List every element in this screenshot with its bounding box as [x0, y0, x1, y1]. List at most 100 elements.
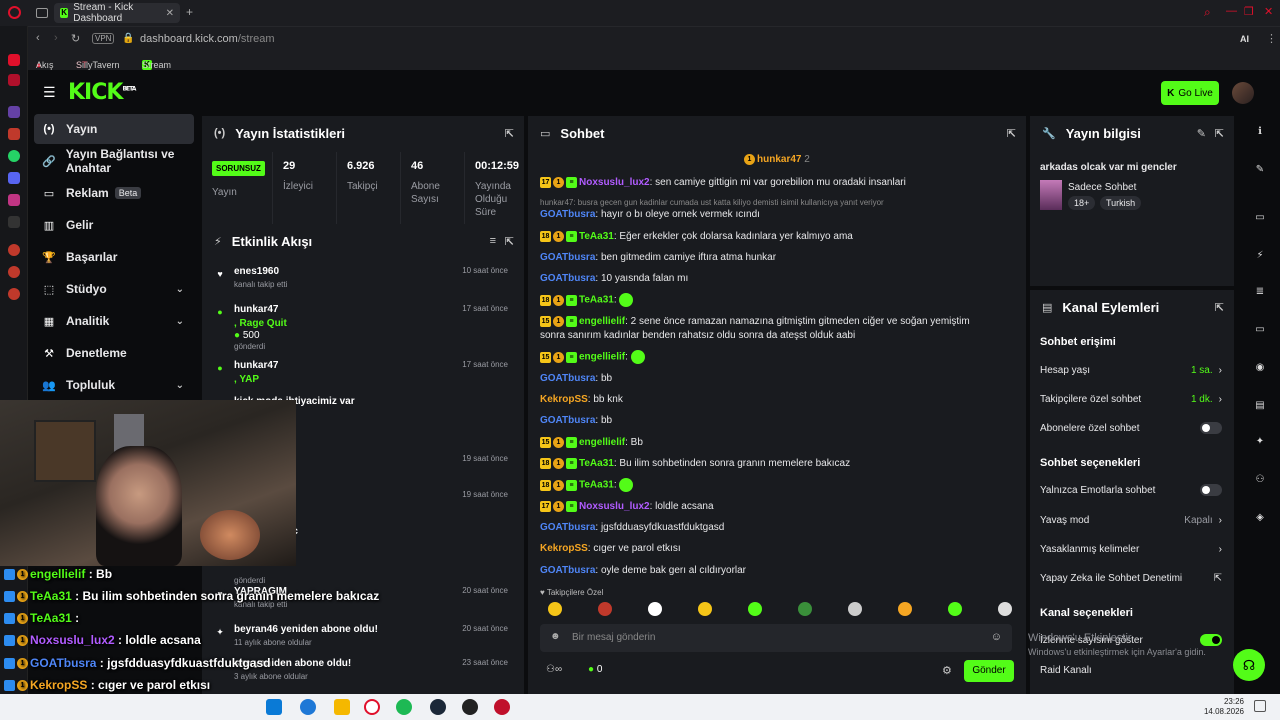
- back-icon[interactable]: ‹: [36, 32, 40, 44]
- discord-icon[interactable]: [8, 172, 20, 184]
- sidebar-item-6[interactable]: ▦ Analitik ⌄: [34, 306, 194, 336]
- send-button[interactable]: Gönder: [964, 660, 1014, 682]
- emotes-only-toggle[interactable]: [1200, 484, 1222, 496]
- forward-icon[interactable]: ›: [54, 32, 58, 44]
- twitch-icon[interactable]: [8, 106, 20, 118]
- activity-item[interactable]: ● hunkar47, Rage Quit ● 500 gönderdi 17 saat…: [208, 302, 516, 351]
- popout-icon[interactable]: ⇱: [1007, 127, 1016, 140]
- chat-message[interactable]: GOATbusra: oyle deme bak gerı al cıldıry…: [540, 564, 1018, 578]
- chat-message[interactable]: 15 1 ≡ engellielif: 2 sene önce ramazan nam…: [540, 315, 1018, 329]
- clock-icon[interactable]: [8, 266, 20, 278]
- info-icon[interactable]: ℹ: [1254, 126, 1266, 138]
- history-icon[interactable]: [8, 244, 20, 256]
- points-icon[interactable]: ⚇: [1254, 474, 1266, 486]
- ai-button[interactable]: AI: [1240, 34, 1249, 44]
- followers-chat-row[interactable]: Takipçilere özel sohbet 1 dk. ›: [1040, 387, 1222, 411]
- gift-icon[interactable]: ◈: [1254, 512, 1266, 524]
- chevron-down-icon[interactable]: ⌄: [176, 316, 184, 327]
- chat-message[interactable]: GOATbusra: bb: [540, 372, 1018, 386]
- chat-message[interactable]: 18 1 ≡ TeAa31: Bu ilim sohbetinden sonra gr…: [540, 457, 1018, 471]
- chat-message[interactable]: GOATbusra: bb: [540, 414, 1018, 428]
- reload-icon[interactable]: ↻: [71, 32, 80, 45]
- chevron-down-icon[interactable]: ⌄: [176, 380, 184, 391]
- kick-logo[interactable]: KICKBETA: [68, 80, 136, 105]
- filter-icon[interactable]: ≡: [490, 235, 496, 247]
- ai-moderation-row[interactable]: Yapay Zeka ile Sohbet Denetimi ⇱: [1040, 566, 1222, 590]
- obs-icon[interactable]: [462, 699, 478, 715]
- popout-icon[interactable]: ⇱: [1215, 301, 1224, 314]
- category-name[interactable]: Sadece Sohbet: [1068, 182, 1136, 193]
- spotify-icon[interactable]: [396, 699, 412, 715]
- edit-icon[interactable]: ✎: [1197, 127, 1206, 140]
- emote[interactable]: [898, 602, 912, 616]
- chat-message[interactable]: 15 1 ≡ engellielif: Bb: [540, 436, 1018, 450]
- chat-message[interactable]: GOATbusra: 10 yaısnda falan mı: [540, 272, 1018, 286]
- url-field[interactable]: dashboard.kick.com/stream: [140, 33, 275, 45]
- channel-icon[interactable]: ▤: [1254, 400, 1266, 412]
- edge-icon[interactable]: [266, 699, 282, 715]
- chat-message[interactable]: GOATbusra: ben gitmedim camiye iftıra at…: [540, 251, 1018, 265]
- chat-message[interactable]: KekropSS: bb knk: [540, 393, 1018, 407]
- bolt-icon[interactable]: ⚡: [1254, 250, 1266, 262]
- emote[interactable]: [948, 602, 962, 616]
- sidebar-item-3[interactable]: ▥ Gelir: [34, 210, 194, 240]
- chat-message[interactable]: sonra sanırım kadınlar benden rahatsız o…: [540, 329, 1018, 343]
- browser-tab[interactable]: K Stream - Kick Dashboard ✕: [54, 2, 180, 24]
- emote-picker-icon[interactable]: ☻: [550, 631, 561, 642]
- emote[interactable]: [748, 602, 762, 616]
- emote[interactable]: [648, 602, 662, 616]
- clock[interactable]: 23:26 14.08.2026: [1204, 697, 1244, 717]
- emote[interactable]: [698, 602, 712, 616]
- tag[interactable]: Turkish: [1100, 196, 1142, 210]
- banned-words-row[interactable]: Yasaklanmış kelimeler ›: [1040, 537, 1222, 561]
- opera-app-icon[interactable]: [8, 74, 20, 86]
- new-tab-icon[interactable]: +: [186, 5, 193, 19]
- subs-chat-toggle[interactable]: [1200, 422, 1222, 434]
- chat-message[interactable]: 18 1 ≡ TeAa31:: [540, 293, 1018, 308]
- chat-icon[interactable]: ▭: [1254, 324, 1266, 336]
- opera-app-icon[interactable]: [8, 54, 20, 66]
- chat-message[interactable]: 18 1 ≡ TeAa31:: [540, 478, 1018, 493]
- edge-icon[interactable]: [300, 699, 316, 715]
- chat-message[interactable]: 15 1 ≡ engellielif:: [540, 350, 1018, 365]
- emote[interactable]: [798, 602, 812, 616]
- x-icon[interactable]: [8, 216, 20, 228]
- activity-item[interactable]: ● hunkar47, YAP 17 saat önce: [208, 358, 516, 394]
- raid-row[interactable]: Raid Kanalı: [1040, 658, 1222, 682]
- stats-icon[interactable]: ▭: [1254, 212, 1266, 224]
- chat-message[interactable]: 17 1 ≡ Noxsuslu_lux2: sen camiye gittigin m…: [540, 176, 1018, 190]
- activity-item[interactable]: ♥ enes1960 kanalı takip etti 10 saat önce: [208, 264, 516, 300]
- sidebar-item-2[interactable]: ▭ Reklam Beta: [34, 178, 194, 208]
- emote[interactable]: [998, 602, 1012, 616]
- points-icon[interactable]: ⚇∞: [546, 664, 562, 675]
- whatsapp-icon[interactable]: [8, 150, 20, 162]
- emote[interactable]: [548, 602, 562, 616]
- minimize-icon[interactable]: —: [1226, 5, 1237, 17]
- chat-input[interactable]: ☻ Bir mesaj gönderin ☺: [540, 624, 1012, 652]
- more-icon[interactable]: ⋮: [1266, 32, 1277, 45]
- go-live-button[interactable]: K Go Live: [1161, 81, 1219, 105]
- chat-message[interactable]: GOATbusra: hayır o bı oleye ornek vermek…: [540, 208, 1018, 222]
- search-icon[interactable]: ⌕: [1204, 5, 1211, 20]
- sidebar-item-7[interactable]: ⚒ Denetleme: [34, 338, 194, 368]
- slow-mode-row[interactable]: Yavaş mod Kapalı ›: [1040, 508, 1222, 532]
- emoji-icon[interactable]: ☺: [991, 631, 1002, 643]
- vpn-badge[interactable]: VPN: [92, 33, 115, 44]
- popout-icon[interactable]: ⇱: [1215, 127, 1224, 140]
- sidebar-item-1[interactable]: 🔗 Yayın Bağlantısı ve Anahtar: [34, 146, 194, 176]
- chat-settings-icon[interactable]: ⚙: [942, 664, 952, 677]
- notification-icon[interactable]: [1254, 700, 1266, 712]
- chat-message[interactable]: 17 1 ≡ Noxsuslu_lux2: loldle acsana: [540, 500, 1018, 514]
- app-icon[interactable]: [494, 699, 510, 715]
- close-tab-icon[interactable]: ✕: [166, 8, 174, 19]
- sidebar-item-4[interactable]: 🏆 Başarılar: [34, 242, 194, 272]
- tag[interactable]: 18+: [1068, 196, 1096, 210]
- popout-icon[interactable]: ⇱: [505, 235, 514, 248]
- wrench-icon[interactable]: ✦: [1254, 436, 1266, 448]
- close-window-icon[interactable]: ✕: [1264, 5, 1273, 18]
- emote[interactable]: [598, 602, 612, 616]
- folder-icon[interactable]: [334, 699, 350, 715]
- help-button[interactable]: ☊: [1233, 649, 1265, 681]
- sidebar-item-8[interactable]: 👥 Topluluk ⌄: [34, 370, 194, 400]
- activity-item[interactable]: ✦ beyran46 yeniden abone oldu! 11 aylık ab…: [208, 622, 516, 658]
